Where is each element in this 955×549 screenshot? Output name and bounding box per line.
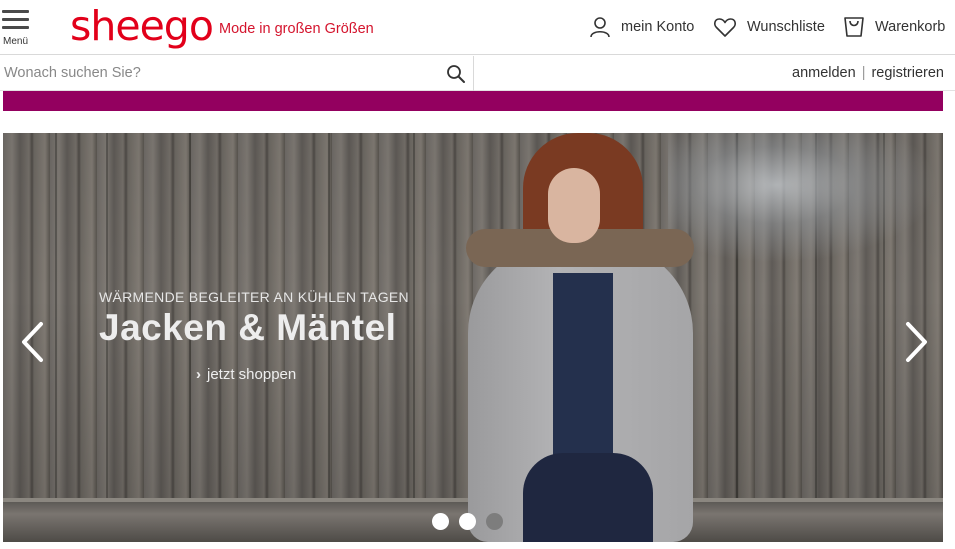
- hero-text: WÄRMENDE BEGLEITER AN KÜHLEN TAGEN Jacke…: [99, 289, 419, 349]
- hero-subtitle: WÄRMENDE BEGLEITER AN KÜHLEN TAGEN: [99, 289, 409, 305]
- hero-title: Jacken & Mäntel: [99, 307, 397, 348]
- carousel-dot-3[interactable]: [486, 513, 503, 530]
- promo-bar[interactable]: [3, 91, 943, 111]
- carousel-dot-2[interactable]: [459, 513, 476, 530]
- shop-now-link[interactable]: › jetzt shoppen: [196, 366, 296, 383]
- hamburger-icon: [2, 10, 29, 13]
- wishlist-link[interactable]: Wunschliste: [713, 14, 825, 40]
- hero-banner[interactable]: WÄRMENDE BEGLEITER AN KÜHLEN TAGEN Jacke…: [3, 133, 943, 542]
- sheego-logo[interactable]: sheego: [70, 2, 214, 50]
- carousel-dots: [432, 513, 503, 530]
- auth-links: anmelden | registrieren: [792, 65, 944, 81]
- hero-foliage: [668, 133, 938, 263]
- chevron-right-icon[interactable]: [902, 321, 932, 363]
- account-link[interactable]: mein Konto: [589, 14, 694, 40]
- menu-label: Menü: [3, 36, 29, 47]
- tagline: Mode in großen Größen: [219, 21, 374, 37]
- search-bar: anmelden | registrieren: [0, 56, 955, 91]
- search-field: [0, 56, 474, 91]
- chevron-right-small-icon: ›: [196, 366, 201, 383]
- search-icon[interactable]: [446, 64, 466, 84]
- register-link[interactable]: registrieren: [871, 65, 944, 81]
- cart-link[interactable]: Warenkorb: [843, 14, 945, 40]
- carousel-dot-1[interactable]: [432, 513, 449, 530]
- cart-label: Warenkorb: [875, 19, 946, 35]
- heart-icon: [714, 18, 736, 37]
- site-header: Menü sheego Mode in großen Größen mein K…: [0, 0, 955, 55]
- shopping-bag-icon: [844, 17, 864, 37]
- search-input[interactable]: [0, 56, 440, 90]
- auth-separator: |: [861, 65, 866, 81]
- wishlist-label: Wunschliste: [747, 19, 825, 35]
- user-icon: [590, 17, 610, 38]
- account-label: mein Konto: [621, 19, 695, 35]
- menu-button[interactable]: Menü: [2, 10, 32, 48]
- shop-now-label: jetzt shoppen: [207, 366, 297, 383]
- login-link[interactable]: anmelden: [792, 65, 856, 81]
- chevron-left-icon[interactable]: [17, 321, 47, 363]
